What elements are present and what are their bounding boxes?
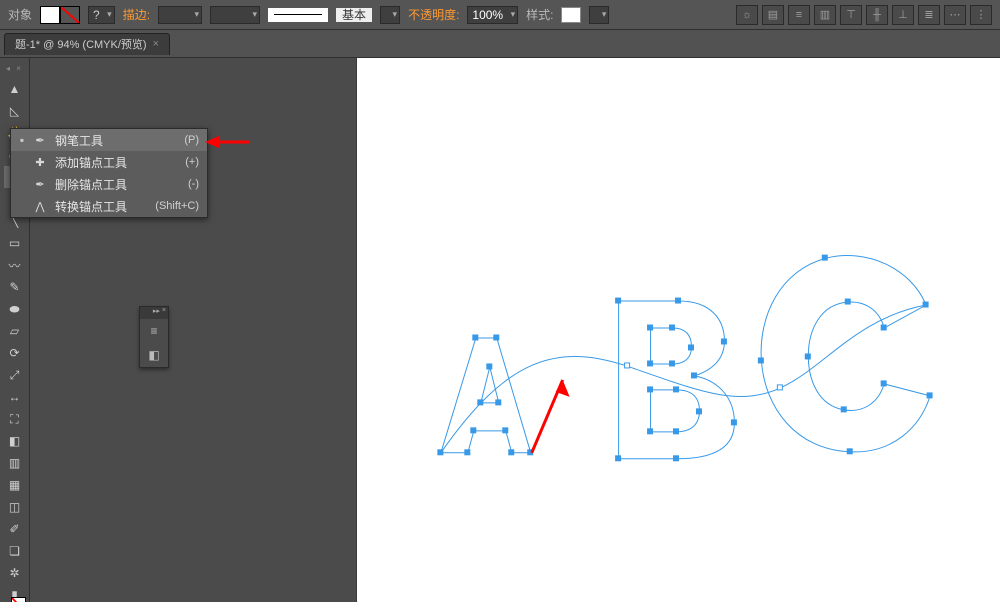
blob-brush-tool[interactable]: ⬬ [4, 298, 26, 320]
flyout-item-3[interactable]: ⋀ 转换锚点工具 (Shift+C) [11, 195, 207, 217]
align-left-icon[interactable]: ▤ [762, 5, 784, 25]
mesh-tool[interactable]: ▦ [4, 474, 26, 496]
flyout-tool-icon: ✒ [33, 134, 47, 147]
letter-b-outline [619, 301, 735, 459]
flyout-item-1[interactable]: ✚ 添加锚点工具 (+) [11, 151, 207, 173]
eraser-tool[interactable]: ▱ [4, 320, 26, 342]
rotate-tool[interactable]: ⟳ [4, 342, 26, 364]
distribute-v-icon[interactable]: ⋯ [944, 5, 966, 25]
width-tool[interactable]: ↔ [4, 386, 26, 408]
opacity-value: 100% [472, 8, 503, 22]
flyout-tool-icon: ✚ [33, 156, 47, 169]
anchor-points [438, 255, 932, 461]
menu-item-object[interactable]: 对象 [8, 6, 32, 23]
stroke-swatch[interactable] [60, 6, 80, 24]
distribute-h-icon[interactable]: ≣ [918, 5, 940, 25]
flyout-item-label: 钢笔工具 [55, 132, 103, 149]
graphic-style-dropdown[interactable] [589, 6, 609, 24]
document-tab-strip: 题-1* @ 94% (CMYK/预览) × [0, 30, 1000, 58]
flyout-bullet: ▪ [19, 133, 25, 147]
mini-panel[interactable]: ▸▸ × ≡ ◧ [139, 306, 169, 368]
rectangle-tool[interactable]: ▭ [4, 232, 26, 254]
flyout-item-shortcut: (Shift+C) [155, 200, 199, 212]
flyout-item-label: 转换锚点工具 [55, 198, 127, 215]
annotation-arrows [532, 380, 570, 453]
questionmark-label: ? [93, 8, 100, 22]
direct-select-tool[interactable]: ◺ [4, 100, 26, 122]
fill-swatch[interactable] [40, 6, 60, 24]
stroke-variable-dropdown[interactable] [210, 6, 260, 24]
artwork-svg [357, 58, 1000, 602]
document-tab[interactable]: 题-1* @ 94% (CMYK/预览) × [4, 33, 170, 55]
style-label: 样式: [526, 6, 553, 23]
mini-panel-row-1[interactable]: ≡ [140, 319, 168, 343]
stroke-weight-dropdown[interactable] [158, 6, 202, 24]
stroke-style-preview[interactable] [268, 8, 328, 22]
blend-tool[interactable]: ❏ [4, 540, 26, 562]
mini-panel-close-icon[interactable]: × [162, 307, 166, 319]
flyout-item-label: 删除锚点工具 [55, 176, 127, 193]
align-right-icon[interactable]: ▥ [814, 5, 836, 25]
align-vcenter-icon[interactable]: ╫ [866, 5, 888, 25]
flyout-item-label: 添加锚点工具 [55, 154, 127, 171]
fill-stroke-swatches[interactable] [40, 6, 80, 24]
eyedropper-tool[interactable]: ✐ [4, 518, 26, 540]
canvas[interactable] [356, 58, 1000, 602]
align-overlay-icon[interactable]: ☼ [736, 5, 758, 25]
graphic-style-swatch[interactable] [561, 7, 581, 23]
selection-tool[interactable]: ▲ [4, 78, 26, 100]
align-hcenter-icon[interactable]: ≡ [788, 5, 810, 25]
control-bar: 对象 ? 描边: 基本 不透明度: 100% 样式: ☼ ▤ ≡ ▥ ⊤ ╫ ⊥… [0, 0, 1000, 30]
flyout-item-shortcut: (P) [184, 134, 199, 146]
brush-tool[interactable]: 〰 [4, 254, 26, 276]
flyout-item-shortcut: (+) [185, 156, 199, 168]
letter-b-hole-bottom [651, 390, 700, 432]
pen-curve [441, 305, 926, 453]
align-bottom-icon[interactable]: ⊥ [892, 5, 914, 25]
workspace: ▲◺✨ᔕ✒T╲▭〰✎⬬▱⟳⤢↔⛶◧▥▦◫✐❏✲▮ ☐ [0, 58, 1000, 602]
scale-tool[interactable]: ⤢ [4, 364, 26, 386]
shape-builder-tool[interactable]: ◧ [4, 430, 26, 452]
align-top-icon[interactable]: ⊤ [840, 5, 862, 25]
mini-panel-collapse-icon[interactable]: ▸▸ [153, 307, 160, 319]
flyout-item-shortcut: (-) [188, 178, 199, 190]
toolbox-drag-handle[interactable] [5, 64, 25, 72]
letter-a-outline [441, 338, 531, 453]
align-button-group: ☼ ▤ ≡ ▥ ⊤ ╫ ⊥ ≣ ⋯ ⋮ [736, 5, 992, 25]
gradient-tool[interactable]: ◫ [4, 496, 26, 518]
letter-b-hole-top [651, 328, 692, 364]
pen-tool-flyout: ▪ ✒ 钢笔工具 (P) ✚ 添加锚点工具 (+) ✒ 删除锚点工具 (-) ⋀ 转换锚点工具 (Shi… [10, 128, 208, 218]
flyout-tool-icon: ✒ [33, 178, 47, 191]
flyout-tool-icon: ⋀ [33, 200, 47, 213]
questionmark-dropdown[interactable]: ? [88, 6, 115, 24]
document-title: 题-1* @ 94% (CMYK/预览) [15, 36, 147, 52]
flyout-item-2[interactable]: ✒ 删除锚点工具 (-) [11, 173, 207, 195]
stroke-profile-dropdown[interactable] [380, 6, 400, 24]
mini-panel-row-2[interactable]: ◧ [140, 343, 168, 367]
opacity-label: 不透明度: [408, 6, 459, 23]
letter-c-outline [761, 256, 930, 452]
annotation-arrow-flyout [205, 133, 250, 151]
more-align-icon[interactable]: ⋮ [970, 5, 992, 25]
opacity-dropdown[interactable]: 100% [467, 6, 518, 24]
symbol-spray-tool[interactable]: ✲ [4, 562, 26, 584]
free-transform-tool[interactable]: ⛶ [4, 408, 26, 430]
mini-panel-header[interactable]: ▸▸ × [140, 307, 168, 319]
stroke-label: 描边: [123, 6, 150, 23]
letter-a-hole [481, 367, 499, 403]
pencil-tool[interactable]: ✎ [4, 276, 26, 298]
close-icon[interactable]: × [153, 38, 159, 50]
stroke-basic-label: 基本 [336, 8, 372, 22]
flyout-item-0[interactable]: ▪ ✒ 钢笔工具 (P) [11, 129, 207, 151]
perspective-tool[interactable]: ▥ [4, 452, 26, 474]
